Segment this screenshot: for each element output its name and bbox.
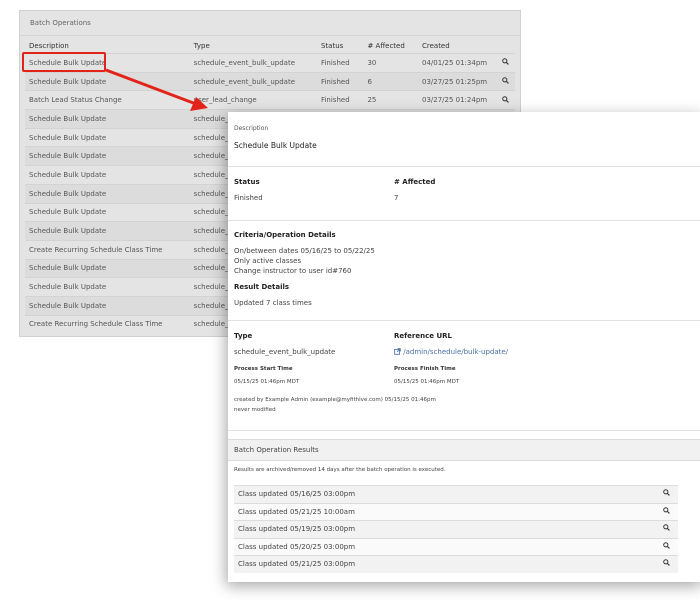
- type-value: schedule_event_bulk_update: [234, 348, 336, 356]
- magnifier-icon[interactable]: [663, 541, 670, 551]
- cell-status: Finished: [316, 90, 364, 110]
- result-row-text: Class updated 05/16/25 03:00pm: [238, 490, 356, 498]
- type-label: Type: [234, 332, 253, 340]
- result-row[interactable]: Class updated 05/21/25 10:00am: [234, 502, 678, 521]
- table-row[interactable]: Schedule Bulk Update schedule_event_bulk_…: [25, 71, 515, 91]
- external-link-icon: [394, 348, 401, 355]
- reference-url-link[interactable]: /admin/schedule/bulk-update/: [394, 348, 508, 356]
- cell-description: Schedule Bulk Update: [25, 71, 190, 91]
- description-card: Description Schedule Bulk Update: [228, 112, 700, 167]
- result-row-text: Class updated 05/20/25 03:00pm: [238, 542, 356, 551]
- magnifier-icon[interactable]: [492, 53, 515, 73]
- column-header-created[interactable]: Created: [418, 39, 493, 54]
- cell-affected: 6: [363, 71, 418, 91]
- criteria-line-1: On/between dates 05/16/25 to 05/22/25: [234, 247, 375, 255]
- cell-description: Schedule Bulk Update: [25, 202, 190, 222]
- process-finish-label: Process Finish Time: [394, 366, 456, 372]
- column-header-status[interactable]: Status: [317, 39, 363, 54]
- result-row[interactable]: Class updated 05/16/25 03:00pm: [234, 485, 678, 503]
- cell-description: Schedule Bulk Update: [25, 109, 190, 129]
- result-row-text: Class updated 05/21/25 03:00pm: [238, 560, 356, 568]
- cell-description: Batch Lead Status Change: [25, 90, 190, 110]
- result-details-label: Result Details: [234, 283, 290, 291]
- cell-description: Schedule Bulk Update: [25, 258, 190, 278]
- result-row[interactable]: Class updated 05/20/25 03:00pm: [234, 537, 678, 556]
- magnifier-icon[interactable]: [663, 506, 670, 516]
- cell-type: schedule_event_bulk_update: [189, 71, 317, 91]
- process-finish-value: 05/15/25 01:46pm MDT: [394, 379, 460, 385]
- modified-text: never modified: [234, 407, 276, 413]
- criteria-label: Criteria/Operation Details: [234, 231, 336, 239]
- magnifier-icon[interactable]: [492, 90, 515, 110]
- results-header: Batch Operation Results: [228, 439, 700, 461]
- results-note: Results are archived/removed 14 days aft…: [234, 467, 446, 473]
- results-title: Batch Operation Results: [234, 446, 319, 454]
- cell-description: Schedule Bulk Update: [25, 221, 190, 241]
- magnifier-icon[interactable]: [492, 71, 515, 91]
- cell-description: Create Recurring Schedule Class Time: [25, 314, 190, 334]
- result-row-text: Class updated 05/21/25 10:00am: [238, 507, 355, 516]
- process-start-value: 05/15/25 01:46pm MDT: [234, 379, 300, 385]
- table-row[interactable]: Batch Lead Status Change user_lead_change…: [25, 90, 515, 110]
- cell-affected: 25: [363, 90, 418, 110]
- column-header-affected[interactable]: # Affected: [363, 39, 418, 54]
- cell-affected: 30: [363, 53, 418, 73]
- result-row[interactable]: Class updated 05/19/25 03:00pm: [234, 520, 678, 538]
- magnifier-icon[interactable]: [663, 524, 670, 533]
- magnifier-icon[interactable]: [663, 489, 670, 498]
- cell-created: 04/01/25 01:34pm: [417, 53, 493, 73]
- result-row-text: Class updated 05/19/25 03:00pm: [238, 525, 356, 533]
- cell-created: 03/27/25 01:24pm: [417, 90, 493, 110]
- cell-description: Schedule Bulk Update: [25, 277, 190, 297]
- result-details-value: Updated 7 class times: [234, 299, 312, 307]
- highlight-box: [22, 52, 106, 72]
- reference-url-text: /admin/schedule/bulk-update/: [403, 348, 509, 356]
- status-value: Finished: [234, 194, 263, 202]
- cell-description: Schedule Bulk Update: [25, 183, 190, 203]
- result-row[interactable]: Class updated 05/21/25 03:00pm: [234, 555, 678, 573]
- affected-label: # Affected: [394, 178, 436, 186]
- cell-type: user_lead_change: [189, 90, 317, 110]
- cell-description: Schedule Bulk Update: [25, 165, 190, 185]
- panel-title: Batch Operations: [20, 11, 520, 36]
- cell-created: 03/27/25 01:25pm: [417, 71, 493, 91]
- status-label: Status: [234, 178, 260, 186]
- cell-description: Create Recurring Schedule Class Time: [25, 239, 190, 260]
- cell-description: Schedule Bulk Update: [25, 127, 190, 147]
- cell-description: Schedule Bulk Update: [25, 146, 190, 166]
- description-value: Schedule Bulk Update: [234, 141, 317, 150]
- affected-value: 7: [394, 194, 399, 202]
- reference-url-label: Reference URL: [394, 332, 452, 340]
- magnifier-icon[interactable]: [663, 559, 670, 568]
- batch-operation-detail: Description Schedule Bulk Update Status …: [228, 112, 700, 582]
- created-by-text: created by Example Admin (example@myfith…: [234, 397, 436, 403]
- process-start-label: Process Start Time: [234, 366, 293, 372]
- cell-status: Finished: [316, 71, 364, 91]
- details-card: Status Finished # Affected 7 Criteria/Op…: [228, 172, 700, 431]
- description-label: Description: [234, 125, 269, 132]
- cell-description: Schedule Bulk Update: [25, 295, 190, 316]
- cell-type: schedule_event_bulk_update: [189, 53, 317, 73]
- cell-status: Finished: [316, 53, 364, 73]
- criteria-line-3: Change instructor to user id#760: [234, 267, 352, 275]
- criteria-line-2: Only active classes: [234, 257, 302, 265]
- column-header-type[interactable]: Type: [190, 39, 317, 54]
